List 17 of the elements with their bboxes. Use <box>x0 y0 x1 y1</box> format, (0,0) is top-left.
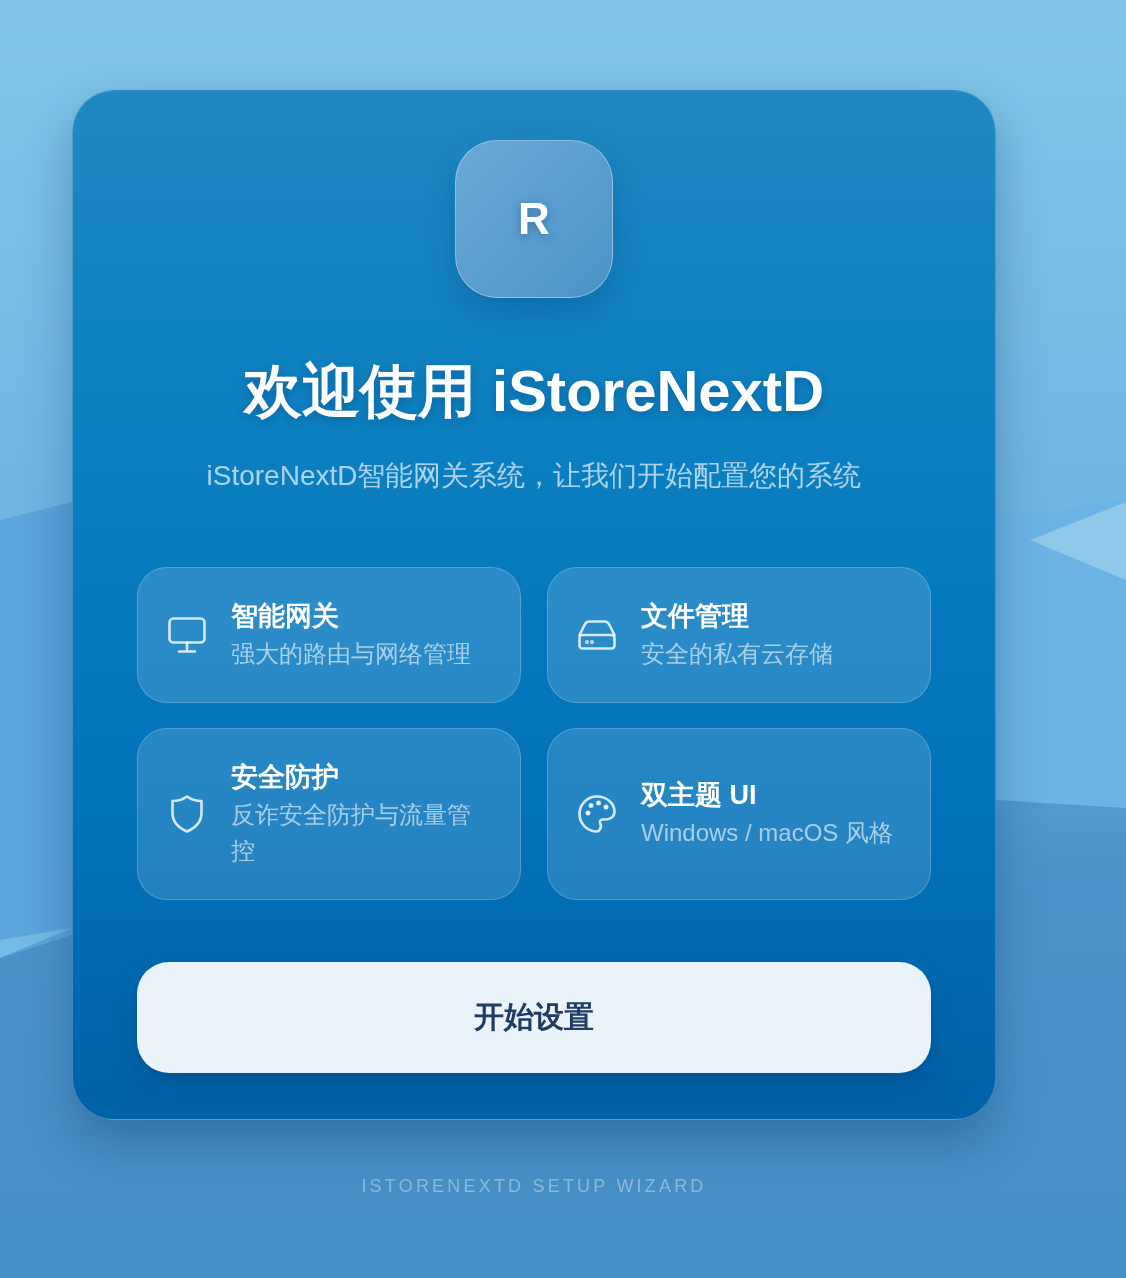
feature-title: 安全防护 <box>231 761 340 794</box>
welcome-subtitle: iStoreNextD智能网关系统，让我们开始配置您的系统 <box>206 459 862 493</box>
start-setup-button[interactable]: 开始设置 <box>137 962 931 1073</box>
welcome-title: 欢迎使用 iStoreNextD <box>243 357 825 425</box>
feature-title: 双主题 UI <box>641 779 758 812</box>
feature-description: Windows / macOS 风格 <box>641 818 895 848</box>
feature-description: 强大的路由与网络管理 <box>231 639 472 669</box>
feature-title: 文件管理 <box>641 600 750 633</box>
logo-tile: R <box>455 140 613 298</box>
palette-icon <box>578 795 616 833</box>
feature-description: 反诈安全防护与流量管控 <box>231 800 472 866</box>
feature-description: 安全的私有云存储 <box>641 639 834 669</box>
feature-title: 智能网关 <box>231 600 340 633</box>
shield-icon <box>171 795 203 833</box>
footer-caption: ISTORENEXTD SETUP WIZARD <box>361 1175 707 1197</box>
monitor-icon <box>168 617 206 653</box>
hard-drive-icon <box>578 620 616 650</box>
